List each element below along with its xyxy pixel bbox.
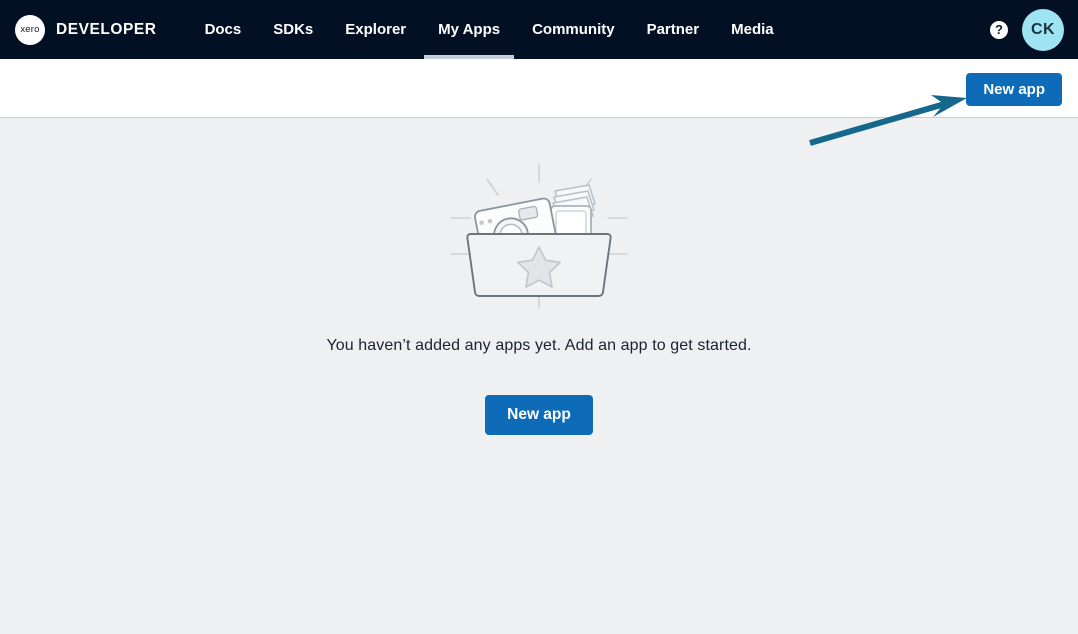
page-root: xero DEVELOPER Docs SDKs Explorer My App… — [0, 0, 1078, 634]
nav-item-community[interactable]: Community — [516, 0, 631, 59]
sub-header-bar: New app — [0, 59, 1078, 118]
primary-nav: Docs SDKs Explorer My Apps Community Par… — [189, 0, 790, 59]
empty-state-message: You haven’t added any apps yet. Add an a… — [326, 337, 751, 355]
empty-box-with-star-illustration — [429, 156, 649, 316]
new-app-button-center[interactable]: New app — [485, 395, 593, 435]
question-mark-circle-icon[interactable]: ? — [990, 21, 1008, 39]
nav-right-cluster: ? CK — [990, 0, 1078, 59]
nav-item-partner[interactable]: Partner — [631, 0, 716, 59]
nav-item-docs[interactable]: Docs — [189, 0, 258, 59]
brand-logo-link[interactable]: xero DEVELOPER — [15, 0, 157, 59]
main-content-area: You haven’t added any apps yet. Add an a… — [0, 119, 1078, 634]
xero-circle-logo-icon: xero — [15, 15, 45, 45]
brand-word-developer: DEVELOPER — [56, 21, 157, 39]
top-navigation-bar: xero DEVELOPER Docs SDKs Explorer My App… — [0, 0, 1078, 59]
empty-state: You haven’t added any apps yet. Add an a… — [0, 119, 1078, 435]
xero-logo-text: xero — [20, 25, 39, 35]
nav-item-explorer[interactable]: Explorer — [329, 0, 422, 59]
nav-item-my-apps[interactable]: My Apps — [422, 0, 516, 59]
new-app-button-header[interactable]: New app — [966, 73, 1062, 106]
nav-item-media[interactable]: Media — [715, 0, 790, 59]
user-avatar[interactable]: CK — [1022, 9, 1064, 51]
nav-item-sdks[interactable]: SDKs — [257, 0, 329, 59]
